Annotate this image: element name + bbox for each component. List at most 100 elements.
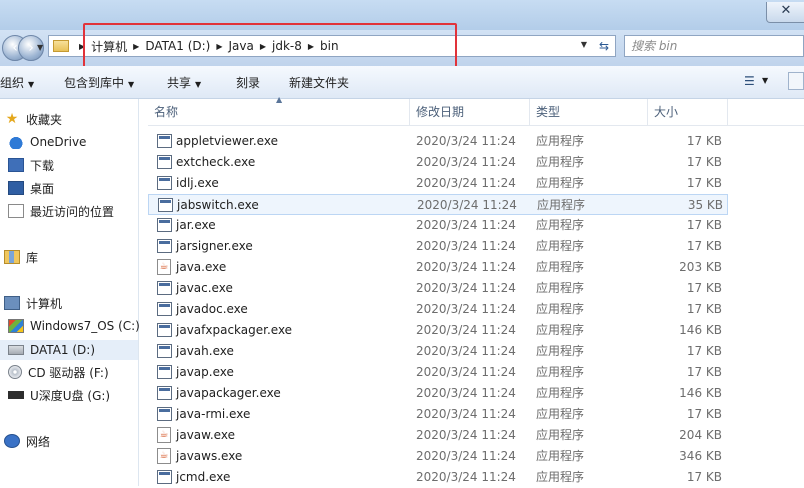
sidebar-item-libraries[interactable]: 库	[0, 247, 138, 267]
address-bar[interactable]: ▶ 计算机 ▶ DATA1 (D:) ▶ Java ▶ jdk-8 ▶ bin …	[48, 35, 616, 57]
table-row[interactable]: jabswitch.exe 2020/3/24 11:24 应用程序 35 KB	[148, 194, 728, 215]
sidebar-item-drive-c[interactable]: Windows7_OS (C:)	[0, 316, 140, 336]
sidebar-item-onedrive[interactable]: OneDrive	[0, 132, 138, 152]
file-size: 35 KB	[687, 198, 723, 212]
sidebar-item-drive-d[interactable]: DATA1 (D:)	[0, 340, 138, 360]
java-executable-icon: ☕	[157, 427, 171, 443]
file-name: javapackager.exe	[176, 386, 281, 400]
command-toolbar: 组织 ▼ 包含到库中 ▼ 共享 ▼ 刻录 新建文件夹 ☰ ▼	[0, 66, 804, 99]
file-size: 17 KB	[686, 176, 722, 190]
executable-file-icon	[157, 281, 172, 295]
breadcrumb-separator-icon[interactable]: ▶	[216, 42, 222, 51]
table-row[interactable]: ☕ javaws.exe 2020/3/24 11:24 应用程序 346 KB	[148, 446, 728, 467]
breadcrumb-computer[interactable]: 计算机	[91, 38, 127, 55]
executable-file-icon	[157, 386, 172, 400]
executable-file-icon	[157, 176, 172, 190]
file-type: 应用程序	[536, 344, 585, 358]
file-date: 2020/3/24 11:24	[416, 302, 516, 316]
close-button[interactable]: ✕	[766, 2, 804, 23]
column-header-name[interactable]: 名称	[148, 99, 410, 125]
column-header-size[interactable]: 大小	[648, 99, 728, 125]
sidebar-item-drive-g[interactable]: U深度U盘 (G:)	[0, 385, 138, 405]
file-name: javafxpackager.exe	[176, 323, 293, 337]
share-button[interactable]: 共享 ▼	[167, 74, 201, 91]
column-header-date[interactable]: 修改日期	[410, 99, 530, 125]
file-size: 17 KB	[686, 365, 722, 379]
table-row[interactable]: jar.exe 2020/3/24 11:24 应用程序 17 KB	[148, 215, 728, 236]
breadcrumb-separator-icon[interactable]: ▶	[260, 42, 266, 51]
breadcrumb-separator-icon[interactable]: ▶	[308, 42, 314, 51]
file-size: 146 KB	[679, 386, 722, 400]
file-name: appletviewer.exe	[176, 134, 278, 148]
sidebar-item-desktop[interactable]: 桌面	[0, 178, 138, 198]
title-bar: ✕	[0, 0, 804, 30]
new-folder-button[interactable]: 新建文件夹	[289, 74, 349, 91]
address-dropdown-icon[interactable]: ▼	[581, 40, 587, 49]
table-row[interactable]: javapackager.exe 2020/3/24 11:24 应用程序 146 K…	[148, 383, 728, 404]
table-row[interactable]: javap.exe 2020/3/24 11:24 应用程序 17 KB	[148, 362, 728, 383]
search-input[interactable]: 搜索 bin	[624, 35, 804, 57]
preview-pane-button[interactable]	[788, 72, 804, 90]
file-name: java.exe	[176, 260, 227, 274]
breadcrumb-jdk8[interactable]: jdk-8	[272, 39, 302, 53]
file-name: jarsigner.exe	[176, 239, 253, 253]
file-name: javaw.exe	[176, 428, 235, 442]
breadcrumb-separator-icon[interactable]: ▶	[79, 42, 85, 51]
table-row[interactable]: ☕ javaw.exe 2020/3/24 11:24 应用程序 204 KB	[148, 425, 728, 446]
table-row[interactable]: javafxpackager.exe 2020/3/24 11:24 应用程序 146…	[148, 320, 728, 341]
table-row[interactable]: javah.exe 2020/3/24 11:24 应用程序 17 KB	[148, 341, 728, 362]
chevron-down-icon: ▼	[28, 80, 35, 89]
table-row[interactable]: appletviewer.exe 2020/3/24 11:24 应用程序 17 KB	[148, 131, 728, 152]
file-type: 应用程序	[536, 239, 585, 253]
file-size: 204 KB	[679, 428, 722, 442]
sidebar-item-recent[interactable]: 最近访问的位置	[0, 201, 138, 221]
file-type: 应用程序	[536, 386, 585, 400]
table-row[interactable]: java-rmi.exe 2020/3/24 11:24 应用程序 17 KB	[148, 404, 728, 425]
sidebar-item-label: DATA1 (D:)	[30, 343, 96, 357]
sidebar-item-label: 计算机	[26, 296, 63, 311]
file-name: extcheck.exe	[176, 155, 256, 169]
sidebar-item-downloads[interactable]: 下载	[0, 155, 138, 175]
organize-button[interactable]: 组织 ▼	[0, 74, 34, 91]
file-type: 应用程序	[536, 470, 585, 484]
breadcrumb-java[interactable]: Java	[229, 39, 254, 53]
column-header-row: ▲ 名称 修改日期 类型 大小	[148, 95, 804, 126]
table-row[interactable]: ☕ java.exe 2020/3/24 11:24 应用程序 203 KB	[148, 257, 728, 278]
table-row[interactable]: jcmd.exe 2020/3/24 11:24 应用程序 17 KB	[148, 467, 728, 488]
table-row[interactable]: extcheck.exe 2020/3/24 11:24 应用程序 17 KB	[148, 152, 728, 173]
file-size: 17 KB	[686, 302, 722, 316]
burn-button[interactable]: 刻录	[236, 74, 260, 91]
file-date: 2020/3/24 11:24	[416, 134, 516, 148]
executable-file-icon	[157, 344, 172, 358]
sidebar-item-label: Windows7_OS (C:)	[30, 319, 140, 333]
recent-pages-dropdown-icon[interactable]: ▼	[37, 43, 43, 52]
executable-file-icon	[157, 323, 172, 337]
sidebar-item-favorites[interactable]: ★ 收藏夹	[0, 109, 138, 129]
file-date: 2020/3/24 11:24	[416, 386, 516, 400]
network-icon	[4, 434, 20, 448]
refresh-button[interactable]: ⇆	[594, 37, 614, 55]
file-date: 2020/3/24 11:24	[416, 218, 516, 232]
file-type: 应用程序	[536, 365, 585, 379]
sidebar-item-computer[interactable]: 计算机	[0, 293, 138, 313]
chevron-down-icon[interactable]: ▼	[762, 76, 768, 85]
view-options-icon[interactable]: ☰	[744, 74, 755, 88]
table-row[interactable]: javadoc.exe 2020/3/24 11:24 应用程序 17 KB	[148, 299, 728, 320]
file-size: 17 KB	[686, 239, 722, 253]
file-type: 应用程序	[536, 218, 585, 232]
breadcrumb-bin[interactable]: bin	[320, 39, 339, 53]
file-size: 17 KB	[686, 134, 722, 148]
table-row[interactable]: idlj.exe 2020/3/24 11:24 应用程序 17 KB	[148, 173, 728, 194]
table-row[interactable]: jarsigner.exe 2020/3/24 11:24 应用程序 17 KB	[148, 236, 728, 257]
file-name: idlj.exe	[176, 176, 219, 190]
table-row[interactable]: javac.exe 2020/3/24 11:24 应用程序 17 KB	[148, 278, 728, 299]
include-library-button[interactable]: 包含到库中 ▼	[64, 74, 134, 91]
sidebar-item-label: U深度U盘 (G:)	[30, 388, 111, 403]
sidebar-item-network[interactable]: 网络	[0, 431, 138, 451]
breadcrumb-drive-d[interactable]: DATA1 (D:)	[145, 39, 210, 53]
executable-file-icon	[157, 302, 172, 316]
breadcrumb-separator-icon[interactable]: ▶	[133, 42, 139, 51]
column-header-type[interactable]: 类型	[530, 99, 648, 125]
sidebar-item-drive-f[interactable]: CD 驱动器 (F:)	[0, 362, 138, 382]
file-size: 17 KB	[686, 218, 722, 232]
